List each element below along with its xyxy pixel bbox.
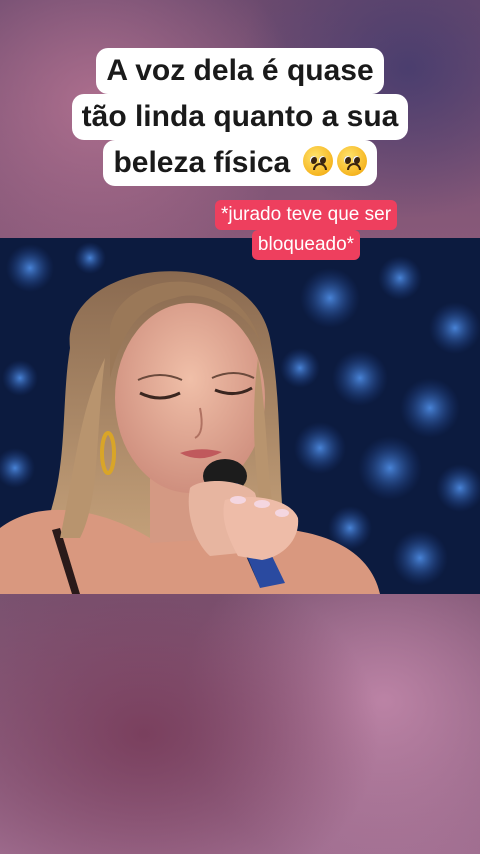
video-frame[interactable] — [0, 238, 480, 594]
caption-line-3: beleza física — [103, 140, 377, 186]
caption-bubble: A voz dela é quase tão linda quanto a su… — [50, 48, 430, 186]
note-line-1: *jurado teve que ser — [214, 200, 398, 230]
caption-line-3-text: beleza física — [113, 146, 291, 179]
caption-line-2: tão linda quanto a sua — [71, 94, 409, 140]
note-line-2: bloqueado* — [251, 230, 361, 260]
note-overlay: *jurado teve que ser bloqueado* — [200, 200, 412, 260]
pleading-face-icon — [302, 146, 333, 176]
singer-scene — [0, 238, 480, 594]
pleading-face-icon — [336, 146, 367, 176]
caption-line-1: A voz dela é quase — [96, 48, 384, 94]
